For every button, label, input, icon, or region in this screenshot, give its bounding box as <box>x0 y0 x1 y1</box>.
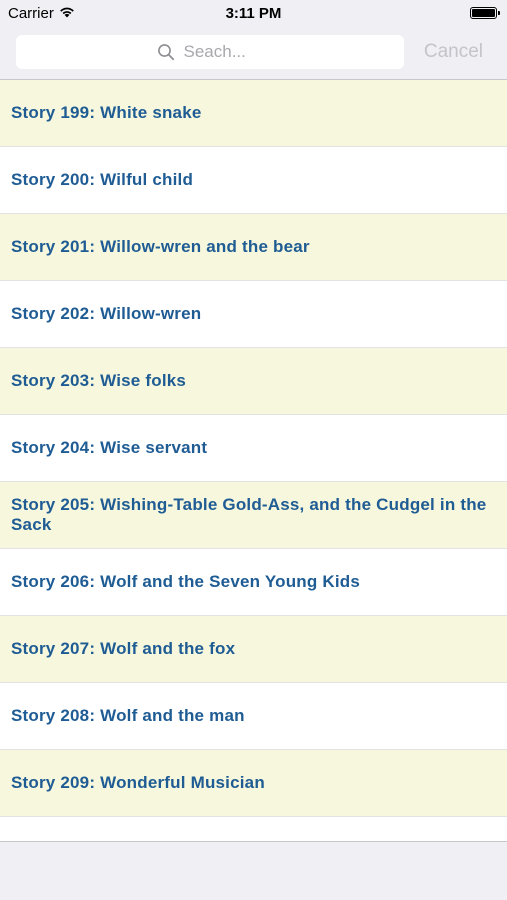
status-right <box>470 7 500 19</box>
story-title: Story 206: Wolf and the Seven Young Kids <box>11 572 361 591</box>
story-row[interactable]: Story 203: Wise folks <box>0 348 507 415</box>
story-row[interactable]: Story 199: White snake <box>0 80 507 147</box>
story-title: Story 199: White snake <box>11 103 202 122</box>
search-icon <box>157 43 175 61</box>
list-row-partial <box>0 817 507 842</box>
story-row[interactable]: Story 205: Wishing-Table Gold-Ass, and t… <box>0 482 507 549</box>
story-title: Story 205: Wishing-Table Gold-Ass, and t… <box>11 495 487 534</box>
story-row[interactable]: Story 209: Wonderful Musician <box>0 750 507 817</box>
story-row[interactable]: Story 202: Willow-wren <box>0 281 507 348</box>
story-row[interactable]: Story 200: Wilful child <box>0 147 507 214</box>
story-title: Story 203: Wise folks <box>11 371 187 390</box>
story-title: Story 208: Wolf and the man <box>11 706 245 725</box>
story-list: Story 199: White snake Story 200: Wilful… <box>0 80 507 842</box>
search-field[interactable] <box>16 35 404 69</box>
story-row[interactable]: Story 204: Wise servant <box>0 415 507 482</box>
story-title: Story 202: Willow-wren <box>11 304 202 323</box>
story-title: Story 200: Wilful child <box>11 170 194 189</box>
story-title: Story 207: Wolf and the fox <box>11 639 236 658</box>
story-row[interactable]: Story 208: Wolf and the man <box>0 683 507 750</box>
story-row[interactable]: Story 201: Willow-wren and the bear <box>0 214 507 281</box>
status-time: 3:11 PM <box>225 5 282 22</box>
screen: Carrier 3:11 PM Cancel <box>0 0 507 900</box>
story-row[interactable]: Story 207: Wolf and the fox <box>0 616 507 683</box>
search-bar: Cancel <box>0 28 507 80</box>
cancel-button[interactable]: Cancel <box>424 41 483 63</box>
story-title: Story 209: Wonderful Musician <box>11 773 265 792</box>
story-title: Story 204: Wise servant <box>11 438 208 457</box>
search-input[interactable] <box>183 42 264 62</box>
story-title: Story 201: Willow-wren and the bear <box>11 237 310 256</box>
battery-icon <box>470 7 500 19</box>
story-row[interactable]: Story 206: Wolf and the Seven Young Kids <box>0 549 507 616</box>
status-bar: Carrier 3:11 PM <box>0 0 507 28</box>
